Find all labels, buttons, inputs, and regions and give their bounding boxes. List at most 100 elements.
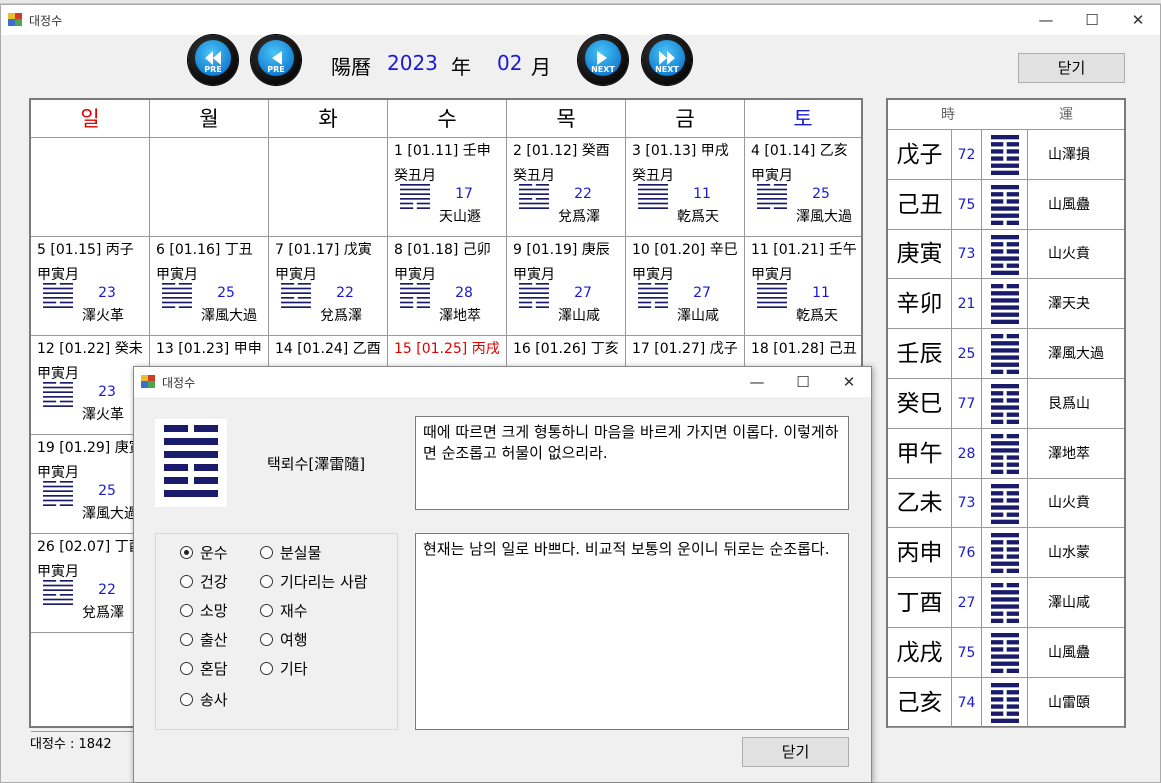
- fortune-result-textbox[interactable]: 현재는 남의 일로 바쁘다. 비교적 보통의 운이니 뒤로는 순조롭다.: [415, 533, 849, 730]
- day-header: 7 [01.17] 戊寅: [275, 242, 372, 258]
- category-radio[interactable]: 출산: [180, 629, 228, 650]
- radio-label: 여행: [280, 631, 308, 649]
- radio-circle-icon[interactable]: [180, 575, 193, 588]
- hexagram-icon: [155, 419, 227, 507]
- hour-ganzhi: 辛卯: [888, 279, 952, 329]
- prev-year-button[interactable]: PRE: [188, 35, 238, 85]
- hexagram-icon: [982, 130, 1028, 180]
- radio-circle-icon[interactable]: [260, 604, 273, 617]
- side-header-fortune: 運: [1008, 100, 1124, 130]
- hexagram-name: 澤山咸: [558, 308, 600, 324]
- day-header: 8 [01.18] 己卯: [394, 242, 491, 258]
- hexagram-meaning-textbox[interactable]: 때에 따르면 크게 형통하니 마음을 바르게 가지면 이롭다. 이렇게하면 순조…: [415, 416, 849, 510]
- day-cell[interactable]: 10 [01.20] 辛巳 甲寅月 27 澤山咸: [626, 237, 745, 336]
- radio-circle-icon[interactable]: [180, 604, 193, 617]
- category-radio[interactable]: 여행: [260, 629, 308, 650]
- day-header: 2 [01.12] 癸酉: [513, 143, 610, 159]
- hour-number: 77: [952, 379, 982, 429]
- day-cell[interactable]: 11 [01.21] 壬午 甲寅月 11 乾爲天: [745, 237, 861, 336]
- category-radio[interactable]: 재수: [260, 600, 308, 621]
- weekday-header: 금: [626, 100, 745, 138]
- main-window-title: 대정수: [29, 14, 63, 28]
- day-cell[interactable]: 5 [01.15] 丙子 甲寅月 23 澤火革: [31, 237, 150, 336]
- radio-circle-icon[interactable]: [260, 546, 273, 559]
- dialog-titlebar: 대정수 — ☐ ✕: [134, 367, 871, 397]
- year-unit-label: 年: [451, 55, 471, 79]
- day-cell[interactable]: 4 [01.14] 乙亥 甲寅月 25 澤風大過: [745, 138, 861, 237]
- maximize-icon[interactable]: ☐: [1069, 5, 1115, 35]
- day-month-ganzhi: 甲寅月: [513, 267, 555, 283]
- category-radio[interactable]: 기타: [260, 658, 308, 679]
- hexagram-icon: [519, 283, 549, 312]
- hour-number: 74: [952, 678, 982, 728]
- status-label: 대정수 : 1842: [30, 737, 112, 752]
- radio-circle-icon[interactable]: [180, 633, 193, 646]
- hexagram-icon: [982, 578, 1028, 628]
- day-header: 9 [01.19] 庚辰: [513, 242, 610, 258]
- hour-hexagram-name: 山風蠱: [1028, 180, 1124, 230]
- category-radio[interactable]: 소망: [180, 600, 228, 621]
- day-cell[interactable]: 2 [01.12] 癸酉 癸丑月 22 兌爲澤: [507, 138, 626, 237]
- category-radio[interactable]: 운수: [180, 542, 228, 563]
- dialog-close-button[interactable]: 닫기: [742, 737, 849, 767]
- day-cell[interactable]: 3 [01.13] 甲戌 癸丑月 11 乾爲天: [626, 138, 745, 237]
- hexagram-icon: [982, 528, 1028, 578]
- hour-ganzhi: 壬辰: [888, 329, 952, 379]
- hexagram-icon: [162, 283, 192, 312]
- category-radio[interactable]: 분실물: [260, 542, 321, 563]
- day-header: 14 [01.24] 乙酉: [275, 341, 381, 357]
- hour-hexagram-name: 山水蒙: [1028, 528, 1124, 578]
- hexagram-icon: [638, 283, 668, 312]
- dialog-minimize-icon[interactable]: —: [734, 367, 780, 397]
- day-cell[interactable]: 9 [01.19] 庚辰 甲寅月 27 澤山咸: [507, 237, 626, 336]
- hour-hexagram-name: 澤地萃: [1028, 429, 1124, 479]
- category-radio[interactable]: 송사: [180, 689, 228, 710]
- hexagram-number: 28: [455, 285, 473, 301]
- day-cell[interactable]: 6 [01.16] 丁丑 甲寅月 25 澤風大過: [150, 237, 269, 336]
- day-header: 4 [01.14] 乙亥: [751, 143, 848, 159]
- hexagram-name: 兌爲澤: [320, 308, 362, 324]
- month-value: 02: [497, 51, 523, 75]
- day-cell[interactable]: 8 [01.18] 己卯 甲寅月 28 澤地萃: [388, 237, 507, 336]
- prev-month-button[interactable]: PRE: [251, 35, 301, 85]
- radio-circle-icon[interactable]: [260, 633, 273, 646]
- day-header: 10 [01.20] 辛巳: [632, 242, 738, 258]
- close-icon[interactable]: ✕: [1115, 5, 1161, 35]
- hexagram-icon: [982, 329, 1028, 379]
- dialog-maximize-icon[interactable]: ☐: [780, 367, 826, 397]
- hexagram-number: 25: [812, 186, 830, 202]
- hexagram-name: 天山遯: [439, 209, 481, 225]
- next-month-button[interactable]: NEXT: [578, 35, 628, 85]
- category-radio[interactable]: 기다리는 사람: [260, 571, 368, 592]
- main-titlebar: 대정수 — ☐ ✕: [1, 5, 1160, 35]
- radio-label: 재수: [280, 602, 308, 620]
- radio-label: 분실물: [280, 544, 322, 562]
- day-header: 13 [01.23] 甲申: [156, 341, 262, 357]
- hour-number: 75: [952, 628, 982, 678]
- radio-circle-icon[interactable]: [180, 662, 193, 675]
- hour-number: 28: [952, 429, 982, 479]
- dialog-close-icon[interactable]: ✕: [826, 367, 872, 397]
- weekday-header: 월: [150, 100, 269, 138]
- hour-number: 27: [952, 578, 982, 628]
- hexagram-icon: [982, 230, 1028, 279]
- hour-fortune-panel: 時運戊子 72 山澤損 己丑 75 山風蠱 庚寅 73 山火賁 辛卯 21 澤天夬 壬辰 25 澤風大過 癸巳…: [886, 98, 1126, 728]
- main-close-button[interactable]: 닫기: [1018, 53, 1125, 83]
- hour-ganzhi: 丁酉: [888, 578, 952, 628]
- hexagram-name: 택뢰수[澤雷隨]: [267, 455, 366, 473]
- next-year-button[interactable]: NEXT: [642, 35, 692, 85]
- day-cell[interactable]: 1 [01.11] 壬申 癸丑月 17 天山遯: [388, 138, 507, 237]
- category-radio[interactable]: 혼담: [180, 658, 228, 679]
- radio-circle-icon[interactable]: [180, 546, 193, 559]
- hexagram-icon: [400, 184, 430, 213]
- hexagram-icon: [757, 283, 787, 312]
- empty-day-cell: [150, 138, 269, 237]
- radio-circle-icon[interactable]: [180, 693, 193, 706]
- radio-circle-icon[interactable]: [260, 575, 273, 588]
- category-radio[interactable]: 건강: [180, 571, 228, 592]
- radio-circle-icon[interactable]: [260, 662, 273, 675]
- hour-number: 75: [952, 180, 982, 230]
- minimize-icon[interactable]: —: [1023, 5, 1069, 35]
- hour-number: 21: [952, 279, 982, 329]
- day-cell[interactable]: 7 [01.17] 戊寅 甲寅月 22 兌爲澤: [269, 237, 388, 336]
